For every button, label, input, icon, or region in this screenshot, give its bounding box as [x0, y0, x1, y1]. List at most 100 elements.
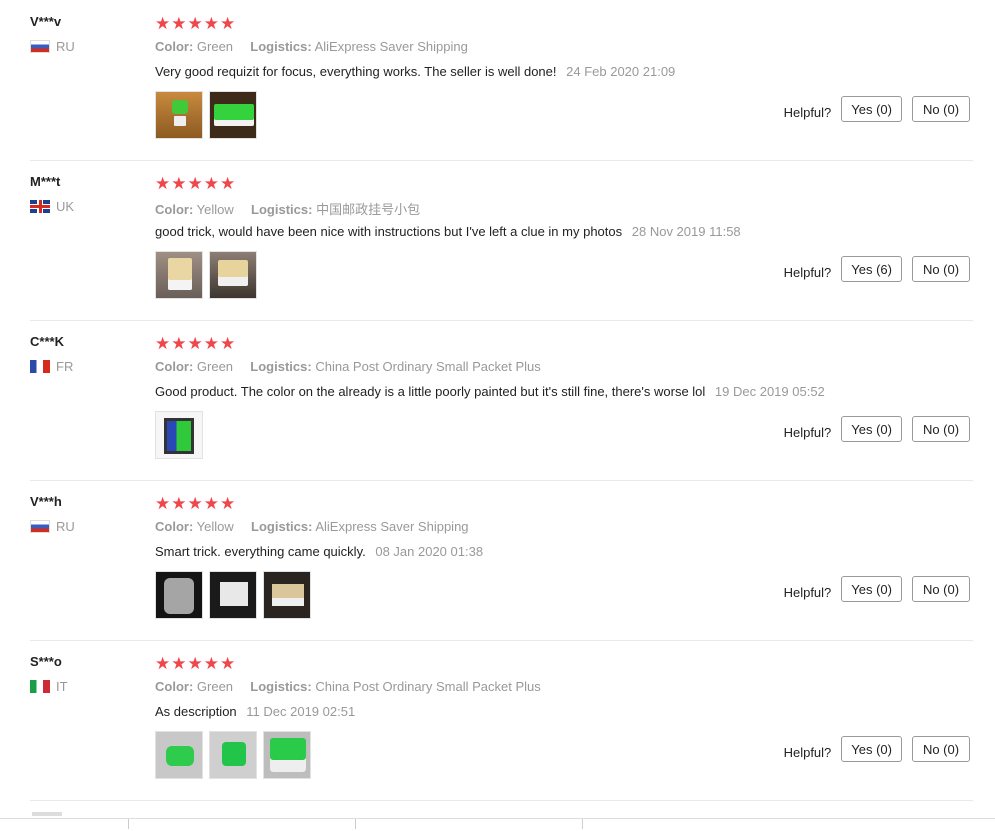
review-text: Very good requizit for focus, everything… [155, 64, 557, 79]
helpful-controls: Helpful? Yes (6) No (0) [784, 256, 970, 282]
review-body: ★★★★★ Color: Green Logistics: China Post… [155, 320, 975, 480]
helpful-no-button[interactable]: No (0) [912, 96, 970, 122]
review-content: As description 11 Dec 2019 02:51 [155, 704, 355, 719]
review-photo-thumbnail[interactable] [155, 91, 203, 139]
reviewer-country: RU [30, 39, 150, 54]
logistics-value: AliExpress Saver Shipping [314, 39, 468, 54]
review-item: V***v RU ★★★★★ Color: Green Logistics: A… [30, 0, 973, 161]
logistics-label: Logistics: [251, 202, 313, 217]
logistics-label: Logistics: [251, 519, 313, 534]
review-photo-thumbnail[interactable] [209, 91, 257, 139]
review-content: Very good requizit for focus, everything… [155, 64, 675, 79]
helpful-label: Helpful? [783, 584, 832, 600]
helpful-no-button[interactable]: No (0) [912, 736, 970, 762]
review-meta: Color: Green Logistics: China Post Ordin… [155, 359, 541, 374]
logistics-value: China Post Ordinary Small Packet Plus [315, 679, 541, 694]
color-label: Color: [155, 359, 194, 374]
color-label: Color: [155, 39, 194, 54]
reviewer-country: RU [30, 519, 150, 534]
review-photo-thumbnail[interactable] [155, 571, 203, 619]
color-value: Green [196, 679, 234, 694]
color-label: Color: [155, 519, 194, 534]
helpful-controls: Helpful? Yes (0) No (0) [784, 96, 970, 122]
review-photos [155, 411, 209, 459]
helpful-label: Helpful? [783, 744, 832, 760]
review-body: ★★★★★ Color: Yellow Logistics: AliExpres… [155, 480, 975, 640]
review-body: ★★★★★ Color: Green Logistics: AliExpress… [155, 0, 975, 160]
next-review-partial [32, 812, 62, 816]
helpful-yes-button[interactable]: Yes (6) [841, 256, 902, 282]
star-rating: ★★★★★ [155, 654, 237, 673]
review-photos [155, 91, 263, 139]
helpful-controls: Helpful? Yes (0) No (0) [784, 576, 970, 602]
country-code: IT [56, 679, 68, 694]
review-meta: Color: Yellow Logistics: AliExpress Save… [155, 519, 469, 534]
review-text: good trick, would have been nice with in… [155, 224, 623, 239]
logistics-value: AliExpress Saver Shipping [315, 519, 469, 534]
review-photo-thumbnail[interactable] [155, 411, 203, 459]
helpful-label: Helpful? [783, 104, 832, 120]
italy-flag-icon [30, 680, 50, 693]
france-flag-icon [30, 360, 50, 373]
helpful-controls: Helpful? Yes (0) No (0) [784, 736, 970, 762]
review-photo-thumbnail[interactable] [263, 571, 311, 619]
review-photos [155, 571, 317, 619]
uk-flag-icon [30, 200, 50, 213]
review-body: ★★★★★ Color: Yellow Logistics: 中国邮政挂号小包 … [155, 160, 975, 320]
reviewer-country: FR [30, 359, 150, 374]
reviewer-name: V***h [30, 494, 62, 509]
review-item: V***h RU ★★★★★ Color: Yellow Logistics: … [30, 480, 973, 641]
logistics-value: 中国邮政挂号小包 [316, 202, 421, 217]
star-rating: ★★★★★ [155, 494, 237, 513]
helpful-no-button[interactable]: No (0) [912, 256, 970, 282]
color-value: Green [196, 359, 234, 374]
helpful-no-button[interactable]: No (0) [912, 416, 970, 442]
logistics-value: China Post Ordinary Small Packet Plus [315, 359, 541, 374]
country-code: UK [56, 199, 75, 214]
reviewer-country: UK [30, 199, 150, 214]
logistics-label: Logistics: [250, 359, 312, 374]
helpful-yes-button[interactable]: Yes (0) [841, 416, 902, 442]
review-content: Smart trick. everything came quickly. 08… [155, 544, 483, 559]
review-item: S***o IT ★★★★★ Color: Green Logistics: C… [30, 640, 973, 801]
logistics-label: Logistics: [250, 679, 312, 694]
country-code: RU [56, 519, 75, 534]
reviewer-name: V***v [30, 14, 62, 29]
review-photo-thumbnail[interactable] [263, 731, 311, 779]
reviewer-name: S***o [30, 654, 62, 669]
review-body: ★★★★★ Color: Green Logistics: China Post… [155, 640, 975, 800]
helpful-no-button[interactable]: No (0) [912, 576, 970, 602]
color-label: Color: [155, 679, 194, 694]
review-item: C***K FR ★★★★★ Color: Green Logistics: C… [30, 320, 973, 481]
star-rating: ★★★★★ [155, 174, 237, 193]
review-photos [155, 731, 317, 779]
russia-flag-icon [30, 40, 50, 53]
review-meta: Color: Green Logistics: AliExpress Saver… [155, 39, 468, 54]
review-photo-thumbnail[interactable] [209, 731, 257, 779]
review-photo-thumbnail[interactable] [209, 251, 257, 299]
reviewer-name: M***t [30, 174, 61, 189]
bottom-bar-divider [582, 819, 583, 829]
bottom-bar-divider [355, 819, 356, 829]
review-content: good trick, would have been nice with in… [155, 224, 741, 239]
helpful-yes-button[interactable]: Yes (0) [841, 736, 902, 762]
review-photos [155, 251, 263, 299]
review-photo-thumbnail[interactable] [155, 251, 203, 299]
helpful-label: Helpful? [783, 264, 832, 280]
color-label: Color: [155, 202, 194, 217]
reviewer-info: V***h RU [30, 494, 150, 534]
color-value: Yellow [196, 519, 234, 534]
reviewer-info: M***t UK [30, 174, 150, 214]
helpful-yes-button[interactable]: Yes (0) [841, 96, 902, 122]
review-text: Good product. The color on the already i… [155, 384, 706, 399]
russia-flag-icon [30, 520, 50, 533]
review-date: 24 Feb 2020 21:09 [566, 64, 676, 79]
review-photo-thumbnail[interactable] [155, 731, 203, 779]
review-date: 11 Dec 2019 02:51 [246, 704, 356, 719]
star-rating: ★★★★★ [155, 14, 237, 33]
helpful-yes-button[interactable]: Yes (0) [841, 576, 902, 602]
review-date: 08 Jan 2020 01:38 [375, 544, 484, 559]
country-code: FR [56, 359, 74, 374]
bottom-bar [0, 818, 995, 831]
review-photo-thumbnail[interactable] [209, 571, 257, 619]
